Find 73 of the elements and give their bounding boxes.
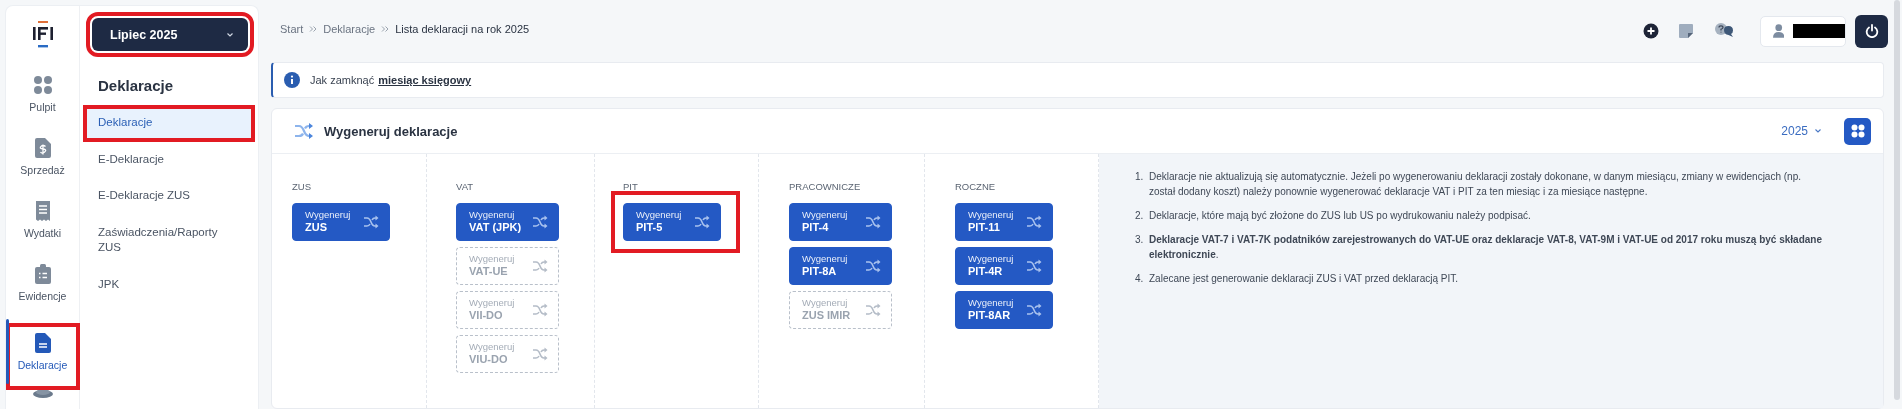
- shuffle-icon: [294, 122, 314, 140]
- logout-button[interactable]: [1855, 14, 1888, 48]
- shuffle-icon: [865, 303, 881, 317]
- generate-button[interactable]: Wygeneruj PIT-4: [789, 203, 892, 241]
- shuffle-icon: [363, 215, 379, 229]
- generate-button[interactable]: Wygeneruj PIT-5: [623, 203, 721, 241]
- group-title: ZUS: [292, 181, 312, 192]
- note-text: Deklaracje, które mają być złożone do ZUS lub US po wydrukowaniu należy podpisać.: [1149, 209, 1531, 223]
- receipt-icon: [34, 201, 51, 221]
- breadcrumb-separator-icon: [309, 25, 318, 33]
- power-icon: [1864, 24, 1879, 38]
- breadcrumb-link[interactable]: Deklaracje: [323, 23, 376, 35]
- shuffle-icon: [1026, 259, 1042, 273]
- info-link[interactable]: miesiąc księgowy: [378, 74, 472, 86]
- chevron-down-icon: [226, 31, 234, 38]
- shuffle-icon: [532, 303, 548, 317]
- group-title: PRACOWNICZE: [789, 181, 862, 192]
- note-number: 2.: [1135, 209, 1145, 223]
- submenu-item[interactable]: E-Deklaracje: [86, 144, 252, 176]
- info-icon: [284, 72, 300, 88]
- note-text: Zalecane jest generowanie deklaracji ZUS i VAT przed deklaracją PIT.: [1149, 272, 1459, 286]
- generate-button[interactable]: Wygeneruj PIT-8AR: [955, 291, 1053, 329]
- shuffle-icon: [865, 215, 881, 229]
- breadcrumb-current: Lista deklaracji na rok 2025: [395, 23, 530, 35]
- section-title: Deklaracje: [98, 77, 175, 94]
- generate-button[interactable]: Wygeneruj VAT (JPK): [456, 203, 559, 241]
- breadcrumb-link[interactable]: Start: [280, 23, 304, 35]
- scrollbar-thumb[interactable]: [1894, 0, 1900, 400]
- submenu-item[interactable]: E-Deklaracje ZUS: [86, 181, 252, 212]
- grid-view-button[interactable]: [1844, 117, 1871, 145]
- user-icon: [1773, 24, 1785, 38]
- redaction-bar: [1793, 24, 1845, 38]
- user-menu[interactable]: [1760, 15, 1846, 47]
- note-number: 4.: [1135, 272, 1145, 286]
- rail-item[interactable]: Wydatki: [7, 199, 78, 262]
- invoice-icon: [34, 138, 51, 158]
- add-icon[interactable]: [1643, 23, 1659, 39]
- rail-item[interactable]: Ewidencje: [7, 262, 78, 325]
- shuffle-icon: [1026, 215, 1042, 229]
- rail-item[interactable]: Pulpit: [7, 73, 78, 136]
- submenu-item[interactable]: JPK: [86, 269, 252, 301]
- coins-icon[interactable]: [30, 388, 55, 398]
- shuffle-icon: [694, 215, 710, 229]
- submenu-item[interactable]: Zaświadczenia/Raporty ZUS: [86, 217, 252, 264]
- note-number: 1.: [1135, 170, 1145, 184]
- rail-item[interactable]: Sprzedaż: [7, 136, 78, 199]
- generate-button[interactable]: Wygeneruj PIT-4R: [955, 247, 1053, 285]
- shuffle-icon: [532, 215, 548, 229]
- info-text: Jak zamknąć: [310, 74, 375, 86]
- year-dropdown[interactable]: 2025: [1775, 123, 1828, 139]
- shuffle-icon: [532, 259, 548, 273]
- generate-button[interactable]: Wygeneruj PIT-8A: [789, 247, 892, 285]
- note-text: Deklaracje VAT-7 i VAT-7K podatników zarejestrowanych do VAT-UE oraz deklaracje VAT-8, VAT-9M i VAT-UE od 2017 roku muszą być składane elektronicznie.: [1149, 233, 1823, 262]
- help-chat-icon[interactable]: [1713, 23, 1735, 39]
- note-number: 3.: [1135, 233, 1145, 247]
- group-title: VAT: [456, 181, 475, 192]
- dots-grid-icon: [1850, 124, 1865, 138]
- shuffle-icon: [1026, 303, 1042, 317]
- dots-grid-icon: [32, 75, 53, 95]
- document-icon: [34, 333, 51, 353]
- clipboard-icon: [34, 264, 51, 284]
- note-text: Deklaracje nie aktualizują się automatycznie. Jeżeli po wygenerowaniu deklaracji zostały dokonane, w danym miesiącu, zmiany w ewidencjach (np. został dodany koszt) należy ponownie wygenerować deklaracje VAT i PIT za ten miesiąc i za miesiące następne.: [1149, 170, 1802, 199]
- shuffle-icon: [532, 347, 548, 361]
- chevron-down-icon: [1814, 128, 1822, 134]
- card-title: Wygeneruj deklaracje: [324, 123, 458, 139]
- shuffle-icon: [865, 259, 881, 273]
- breadcrumb-separator-icon: [381, 25, 390, 33]
- submenu-item[interactable]: Deklaracje: [86, 108, 252, 139]
- note-icon[interactable]: [1679, 24, 1693, 38]
- generate-button[interactable]: Wygeneruj ZUS: [292, 203, 390, 241]
- generate-button[interactable]: Wygeneruj PIT-11: [955, 203, 1053, 241]
- group-title: PIT: [623, 181, 639, 192]
- group-title: ROCZNE: [955, 181, 997, 192]
